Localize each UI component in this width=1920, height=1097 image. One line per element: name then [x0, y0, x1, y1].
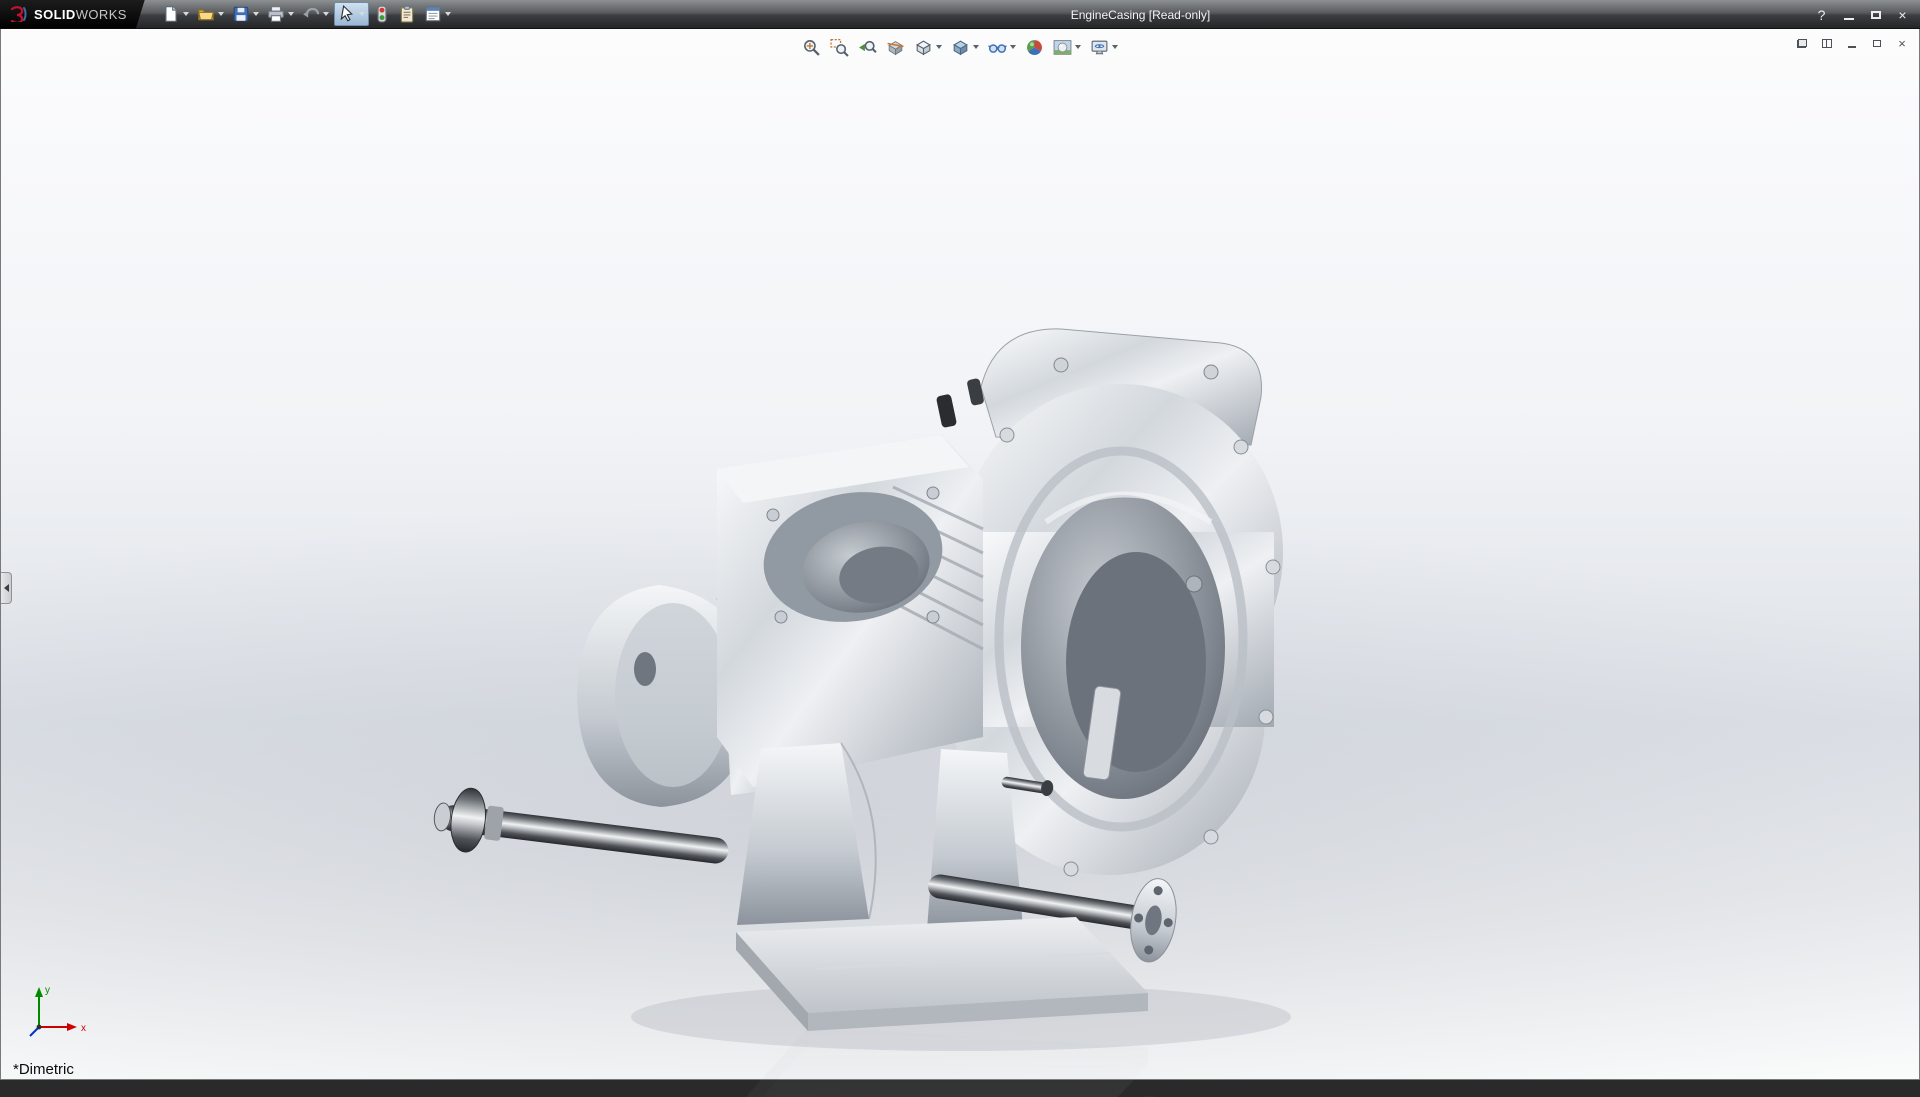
view-settings-dropdown-arrow[interactable] [1112, 45, 1118, 49]
maximize-icon [1871, 11, 1881, 19]
window-controls: ? × [1808, 0, 1916, 29]
edit-appearance-icon [1025, 38, 1044, 57]
previous-view-icon [858, 38, 877, 57]
undo-icon [302, 5, 320, 23]
document-window-controls: × [1791, 33, 1913, 53]
undo-dropdown-arrow[interactable] [323, 12, 329, 16]
hide-show-items-button[interactable] [985, 34, 1019, 60]
doc-restore-button[interactable] [1866, 33, 1888, 53]
3ds-logo-icon [8, 6, 28, 22]
hide-show-dropdown-arrow[interactable] [1010, 45, 1016, 49]
doc-close-button[interactable]: × [1891, 33, 1913, 53]
open-dropdown-arrow[interactable] [218, 12, 224, 16]
doc-cascade-button[interactable] [1791, 33, 1813, 53]
view-orientation-icon [914, 38, 933, 57]
triad-y-label: y [45, 985, 50, 996]
section-view-icon [886, 38, 905, 57]
doc-panes-button[interactable] [1816, 33, 1838, 53]
view-orientation-label: *Dimetric [13, 1061, 74, 1078]
cascade-windows-icon [1797, 39, 1807, 48]
zoom-to-fit-icon [802, 38, 821, 57]
view-settings-icon [1090, 38, 1109, 57]
file-properties-icon [398, 5, 416, 23]
main-toolbar [159, 2, 454, 26]
maximize-button[interactable] [1862, 4, 1889, 25]
print-button[interactable] [264, 2, 297, 26]
select-dropdown-arrow[interactable] [359, 12, 365, 16]
view-orientation-dropdown-arrow[interactable] [936, 45, 942, 49]
file-properties-button[interactable] [395, 2, 419, 26]
zoom-to-fit-button[interactable] [799, 34, 824, 60]
options-icon [424, 5, 442, 23]
help-button[interactable]: ? [1808, 4, 1835, 25]
save-dropdown-arrow[interactable] [253, 12, 259, 16]
heads-up-view-toolbar [799, 34, 1121, 60]
triad-x-label: x [81, 1023, 86, 1034]
display-style-dropdown-arrow[interactable] [973, 45, 979, 49]
rebuild-button[interactable] [371, 2, 393, 26]
minimize-icon [1844, 18, 1854, 20]
zoom-to-area-button[interactable] [827, 34, 852, 60]
apply-scene-icon [1053, 38, 1072, 57]
new-dropdown-arrow[interactable] [183, 12, 189, 16]
new-document-button[interactable] [159, 2, 192, 26]
zoom-to-area-icon [830, 38, 849, 57]
close-button[interactable]: × [1889, 4, 1916, 25]
doc-minimize-button[interactable] [1841, 33, 1863, 53]
hide-show-items-icon [988, 38, 1007, 57]
save-button[interactable] [229, 2, 262, 26]
solidworks-window: SOLIDWORKS [0, 0, 1920, 1080]
brand-works: WORKS [76, 7, 127, 22]
previous-view-button[interactable] [855, 34, 880, 60]
featuremanager-flyout-tab[interactable] [1, 572, 12, 604]
apply-scene-button[interactable] [1050, 34, 1084, 60]
select-cursor-icon [338, 5, 356, 23]
section-view-button[interactable] [883, 34, 908, 60]
split-panes-icon [1822, 39, 1832, 48]
document-title: EngineCasing [Read-only] [1071, 0, 1210, 29]
engine-casing-model[interactable] [421, 317, 1301, 1097]
select-button[interactable] [334, 2, 369, 26]
view-settings-button[interactable] [1087, 34, 1121, 60]
open-folder-icon [197, 5, 215, 23]
minimize-button[interactable] [1835, 4, 1862, 25]
print-dropdown-arrow[interactable] [288, 12, 294, 16]
undo-button[interactable] [299, 2, 332, 26]
edit-appearance-button[interactable] [1022, 34, 1047, 60]
reference-triad: x y [25, 983, 95, 1045]
display-style-button[interactable] [948, 34, 982, 60]
brand-text: SOLIDWORKS [34, 7, 127, 22]
graphics-viewport[interactable]: × [0, 29, 1920, 1080]
print-icon [267, 5, 285, 23]
titlebar: SOLIDWORKS [0, 0, 1920, 29]
options-button[interactable] [421, 2, 454, 26]
options-dropdown-arrow[interactable] [445, 12, 451, 16]
view-orientation-button[interactable] [911, 34, 945, 60]
new-document-icon [162, 5, 180, 23]
solidworks-logo: SOLIDWORKS [0, 0, 145, 29]
apply-scene-dropdown-arrow[interactable] [1075, 45, 1081, 49]
save-icon [232, 5, 250, 23]
doc-minimize-icon [1848, 46, 1856, 48]
open-button[interactable] [194, 2, 227, 26]
doc-restore-icon [1873, 40, 1881, 47]
display-style-icon [951, 38, 970, 57]
brand-solid: SOLID [34, 7, 76, 22]
rebuild-traffic-light-icon [374, 5, 390, 23]
